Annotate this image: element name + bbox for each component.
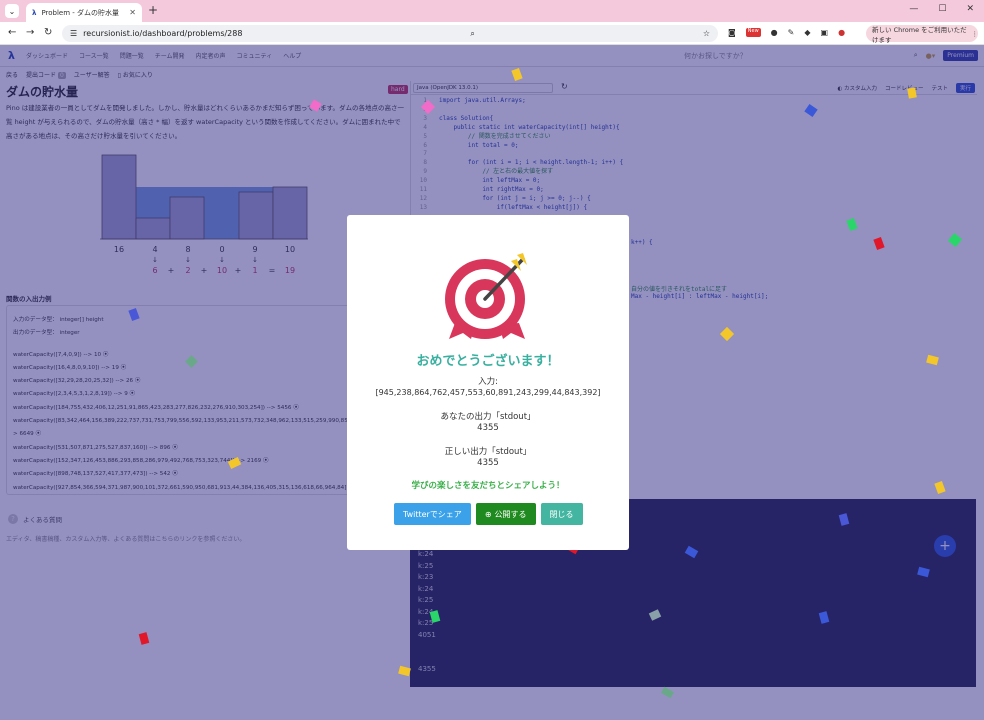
window-controls: — ☐ ✕ <box>909 4 974 14</box>
pen-icon[interactable]: ✎ <box>788 28 795 37</box>
new-tab-button[interactable]: + <box>148 3 158 17</box>
forward-icon[interactable]: → <box>26 27 34 38</box>
camera-icon[interactable]: ◙ <box>728 28 736 37</box>
bookmark-star-icon[interactable]: ☆ <box>703 29 710 38</box>
correct-output-value: 4355 <box>477 458 499 468</box>
modal-buttons: Twitterでシェア ⊕ 公開する 閉じる <box>394 503 583 525</box>
tab-title: Problem - ダムの貯水量 <box>41 8 120 17</box>
url-bar[interactable]: ☰ recursionist.io/dashboard/problems/288… <box>62 25 718 42</box>
extensions: ◙ New ● ✎ ◆ ▣ ● <box>728 28 845 37</box>
close-window-icon[interactable]: ✕ <box>966 4 974 14</box>
url-text: recursionist.io/dashboard/problems/288 <box>83 29 243 38</box>
zoom-icon[interactable]: ⌕ <box>470 29 474 39</box>
input-value: [945,238,864,762,457,553,60,891,243,299,… <box>375 388 601 397</box>
menu-dots-icon[interactable]: ⋮ <box>972 30 979 38</box>
close-icon[interactable]: ✕ <box>129 8 136 17</box>
twitter-share-button[interactable]: Twitterでシェア <box>394 503 471 525</box>
close-button[interactable]: 閉じる <box>540 503 583 525</box>
site-favicon-icon: λ <box>32 8 37 17</box>
confetti-piece <box>907 87 917 99</box>
target-arrow-icon <box>445 253 527 339</box>
your-output-label: あなたの出力「stdout」 <box>440 412 536 422</box>
address-bar-row: ← → ↻ ☰ recursionist.io/dashboard/proble… <box>0 22 984 45</box>
your-output-value: 4355 <box>477 423 499 433</box>
extension-icon[interactable]: ● <box>771 28 778 37</box>
new-extension-icon[interactable]: New <box>745 28 761 37</box>
site-info-icon[interactable]: ☰ <box>70 29 77 38</box>
publish-button[interactable]: ⊕ 公開する <box>475 503 536 525</box>
maximize-icon[interactable]: ☐ <box>938 4 946 14</box>
extension-icon[interactable]: ◆ <box>804 28 810 37</box>
minimize-icon[interactable]: — <box>909 4 918 14</box>
browser-tab-bar: ⌄ λ Problem - ダムの貯水量 ✕ + — ☐ ✕ <box>0 0 984 22</box>
globe-icon: ⊕ <box>484 509 492 519</box>
reload-icon[interactable]: ↻ <box>44 27 52 38</box>
puzzle-icon[interactable]: ▣ <box>821 28 829 37</box>
chrome-update-button[interactable]: 新しい Chrome をご利用いただけます ⋮ <box>866 25 979 44</box>
browser-tab[interactable]: λ Problem - ダムの貯水量 ✕ <box>26 3 142 22</box>
modal-title: おめでとうございます！ <box>416 354 560 369</box>
success-modal: おめでとうございます！ 入力: [945,238,864,762,457,553… <box>347 215 629 550</box>
publish-label: 公開する <box>494 509 527 519</box>
share-text: 学びの楽しさを友だちとシェアしよう！ <box>411 481 565 491</box>
update-label: 新しい Chrome をご利用いただけます <box>872 25 967 44</box>
back-icon[interactable]: ← <box>8 27 16 38</box>
input-label: 入力: <box>478 377 498 387</box>
correct-output-label: 正しい出力「stdout」 <box>444 447 532 457</box>
profile-avatar[interactable]: ● <box>838 28 845 37</box>
tab-search-button[interactable]: ⌄ <box>5 4 19 18</box>
